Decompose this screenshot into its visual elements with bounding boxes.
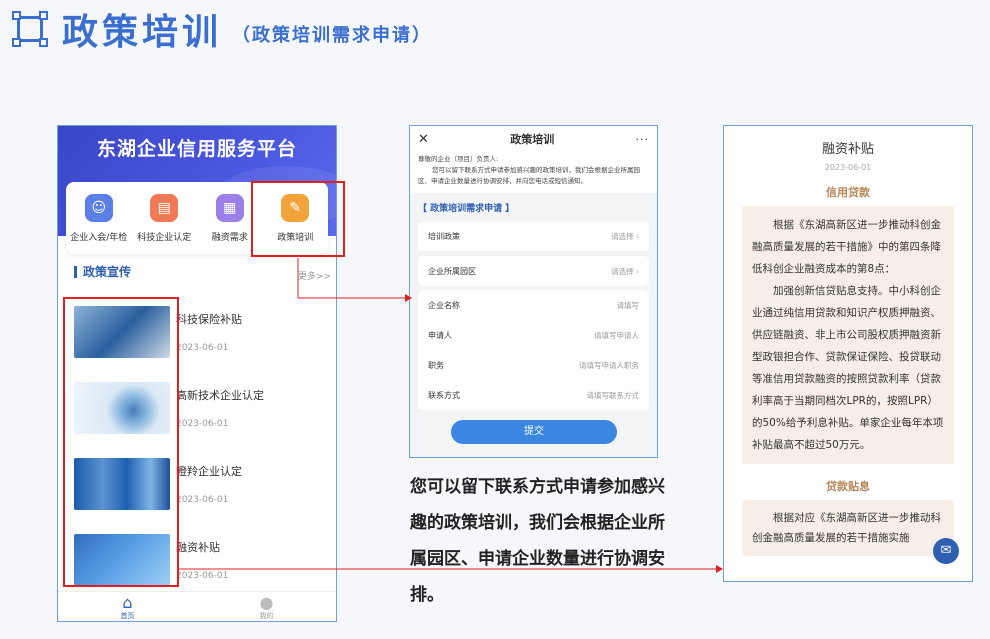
arrow-to-form xyxy=(297,258,405,299)
arrow-head xyxy=(716,565,723,573)
connector-arrows xyxy=(179,258,723,573)
arrow-head xyxy=(405,294,412,302)
